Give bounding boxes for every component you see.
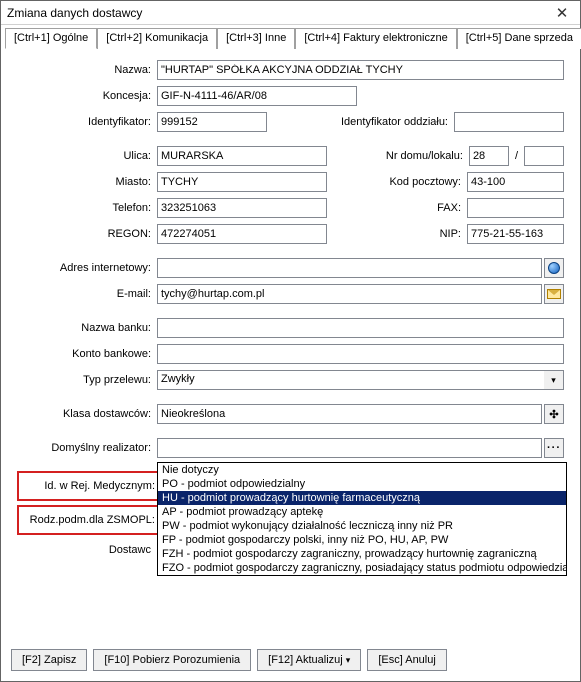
zapisz-button[interactable]: [F2] Zapisz <box>11 649 87 671</box>
label-email: E-mail: <box>17 288 157 300</box>
select-typ-przelewu-display: Zwykły <box>157 370 544 390</box>
input-fax[interactable] <box>467 198 564 218</box>
bottom-toolbar: [F2] Zapisz [F10] Pobierz Porozumienia [… <box>11 649 570 671</box>
chevron-down-icon[interactable]: ▾ <box>544 370 564 390</box>
ellipsis-icon[interactable]: ··· <box>544 438 564 458</box>
tab-komunikacja[interactable]: [Ctrl+2] Komunikacja <box>97 28 217 49</box>
anuluj-button[interactable]: [Esc] Anuluj <box>367 649 446 671</box>
input-identyfikator-oddzialu[interactable] <box>454 112 564 132</box>
label-nr-domu: Nr domu/lokalu: <box>327 150 469 162</box>
label-koncesja: Koncesja: <box>17 90 157 102</box>
input-nazwa[interactable] <box>157 60 564 80</box>
label-ulica: Ulica: <box>17 150 157 162</box>
input-klasa[interactable] <box>157 404 542 424</box>
dropdown-option[interactable]: FP - podmiot gospodarczy polski, inny ni… <box>158 533 566 547</box>
label-telefon: Telefon: <box>17 202 157 214</box>
titlebar: Zmiana danych dostawcy ✕ <box>1 1 580 25</box>
close-icon[interactable]: ✕ <box>550 4 574 22</box>
mail-icon[interactable] <box>544 284 564 304</box>
dropdown-option[interactable]: FZH - podmiot gospodarczy zagraniczny, p… <box>158 547 566 561</box>
label-nazwa-banku: Nazwa banku: <box>17 322 157 334</box>
label-nazwa: Nazwa: <box>17 64 157 76</box>
input-email[interactable] <box>157 284 542 304</box>
input-nazwa-banku[interactable] <box>157 318 564 338</box>
label-konto: Konto bankowe: <box>17 348 157 360</box>
dropdown-option-selected[interactable]: HU - podmiot prowadzący hurtownię farmac… <box>158 491 566 505</box>
aktualizuj-button[interactable]: [F12] Aktualizuj ▾ <box>257 649 361 671</box>
dropdown-option[interactable]: PW - podmiot wykonujący działalność lecz… <box>158 519 566 533</box>
chevron-down-icon: ▾ <box>346 655 351 665</box>
input-kod[interactable] <box>467 172 564 192</box>
dropdown-option[interactable]: AP - podmiot prowadzący aptekę <box>158 505 566 519</box>
label-fax: FAX: <box>327 202 467 214</box>
input-miasto[interactable] <box>157 172 327 192</box>
label-id-rej-med: Id. w Rej. Medycznym: <box>21 480 161 492</box>
input-lokal[interactable] <box>524 146 564 166</box>
input-regon[interactable] <box>157 224 327 244</box>
input-koncesja[interactable] <box>157 86 357 106</box>
globe-icon[interactable] <box>544 258 564 278</box>
plus-icon[interactable]: ✣ <box>544 404 564 424</box>
input-ulica[interactable] <box>157 146 327 166</box>
label-identyfikator: Identyfikator: <box>17 116 157 128</box>
label-kod: Kod pocztowy: <box>327 176 467 188</box>
tab-faktury[interactable]: [Ctrl+4] Faktury elektroniczne <box>295 28 456 49</box>
pobierz-porozumienia-button[interactable]: [F10] Pobierz Porozumienia <box>93 649 251 671</box>
label-rodz-podm: Rodz.podm.dla ZSMOPL: <box>21 514 161 526</box>
input-nr-domu[interactable] <box>469 146 509 166</box>
label-adres-int: Adres internetowy: <box>17 262 157 274</box>
window-title: Zmiana danych dostawcy <box>7 6 550 20</box>
tab-strip: [Ctrl+1] Ogólne [Ctrl+2] Komunikacja [Ct… <box>5 27 576 49</box>
label-dostawc: Dostawc <box>17 544 157 556</box>
input-adres-int[interactable] <box>157 258 542 278</box>
dropdown-rodz-podm: Nie dotyczy PO - podmiot odpowiedzialny … <box>157 462 567 576</box>
dropdown-option[interactable]: PO - podmiot odpowiedzialny <box>158 477 566 491</box>
slash-separator: / <box>509 150 524 162</box>
input-nip[interactable] <box>467 224 564 244</box>
input-telefon[interactable] <box>157 198 327 218</box>
tab-dane-sprzeda[interactable]: [Ctrl+5] Dane sprzeda <box>457 28 581 49</box>
label-miasto: Miasto: <box>17 176 157 188</box>
label-nip: NIP: <box>327 228 467 240</box>
tab-inne[interactable]: [Ctrl+3] Inne <box>217 28 295 49</box>
dropdown-option[interactable]: FZO - podmiot gospodarczy zagraniczny, p… <box>158 561 566 575</box>
label-klasa: Klasa dostawców: <box>17 408 157 420</box>
label-regon: REGON: <box>17 228 157 240</box>
dropdown-option[interactable]: Nie dotyczy <box>158 463 566 477</box>
input-domyslny[interactable] <box>157 438 542 458</box>
label-domyslny: Domyślny realizator: <box>17 442 157 454</box>
label-identyfikator-oddzialu: Identyfikator oddziału: <box>267 116 454 128</box>
input-konto[interactable] <box>157 344 564 364</box>
tab-ogolne[interactable]: [Ctrl+1] Ogólne <box>5 28 97 49</box>
label-typ-przelewu: Typ przelewu: <box>17 374 157 386</box>
input-identyfikator[interactable] <box>157 112 267 132</box>
